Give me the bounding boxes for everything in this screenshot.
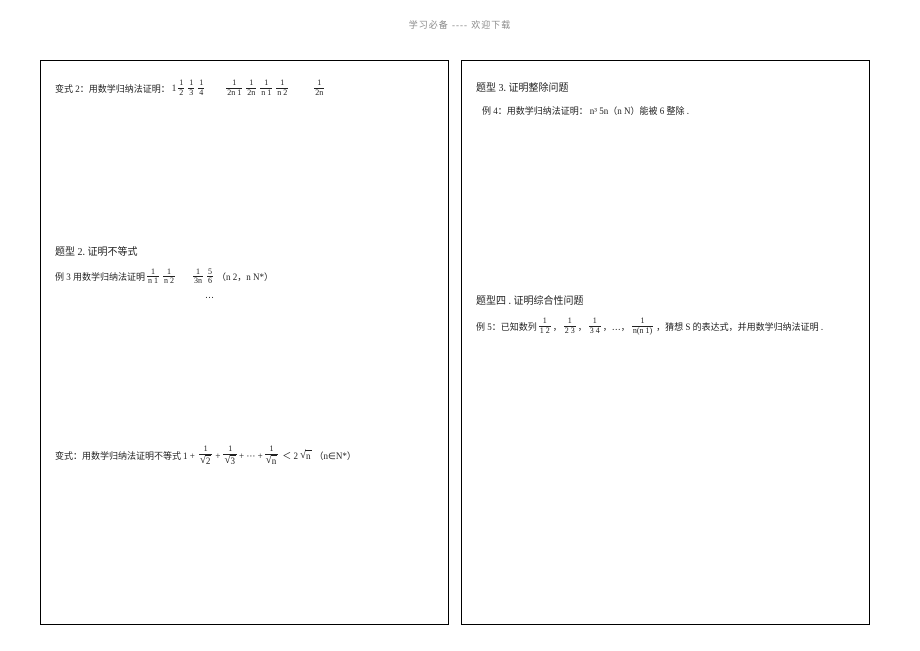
example3-line: 例 3 用数学归纳法证明 1n 1 1n 2 13n 56 （n 2，n N*） — [55, 268, 434, 287]
example4-label: 例 4：用数学归纳法证明： — [482, 104, 588, 117]
frac-1-2n: 12n — [246, 79, 256, 98]
ex5-dots: ，…， — [603, 320, 630, 333]
variantN-line: 变式：用数学归纳法证明不等式 1 + 1 √2 + 1 √3 + ··· + 1… — [55, 445, 434, 467]
variant2-line: 变式 2：用数学归纳法证明： 1 12 13 14 12n 1 12n 1n 1… — [55, 79, 434, 98]
page-header: 学习必备 ---- 欢迎下载 — [0, 18, 920, 31]
variantN-lead: 1 + — [183, 451, 195, 461]
frac-1-3: 13 — [188, 79, 194, 98]
frac-1-n2: 1n 2 — [276, 79, 288, 98]
example4-body: n³ 5n（n N）能被 6 整除 . — [590, 104, 689, 117]
ex3-frac-2: 1n 2 — [163, 268, 175, 287]
ex5-frac-n: 1n(n 1) — [632, 317, 653, 336]
ex3-dots-row: … — [205, 290, 434, 300]
frac-1-4: 14 — [198, 79, 204, 98]
ex5-frac-2: 12 3 — [564, 317, 576, 336]
frac-1-2n-last: 12n — [314, 79, 324, 98]
ex5-frac-3: 13 4 — [589, 317, 601, 336]
header-text: 学习必备 ---- 欢迎下载 — [409, 20, 512, 30]
vN-cond: （n∈N*） — [315, 449, 356, 462]
vN-frac-sqrtn: 1 √n — [265, 445, 279, 467]
vN-dots: + ··· + — [239, 451, 263, 461]
heading-type3: 题型 3. 证明整除问题 — [476, 79, 855, 94]
frac-1-n1: 1n 1 — [260, 79, 272, 98]
ex5-frac-1: 11 2 — [539, 317, 551, 336]
ex3-dots: … — [205, 290, 214, 300]
variant2-lead: 1 — [172, 83, 177, 93]
heading-type2: 题型 2. 证明不等式 — [55, 243, 434, 258]
page-container: 变式 2：用数学归纳法证明： 1 12 13 14 12n 1 12n 1n 1… — [40, 60, 870, 625]
example3-label: 例 3 用数学归纳法证明 — [55, 270, 145, 283]
vN-sqrt-n: √n — [300, 450, 312, 462]
ex3-frac-3n: 13n — [193, 268, 203, 287]
right-page: 题型 3. 证明整除问题 例 4：用数学归纳法证明： n³ 5n（n N）能被 … — [461, 60, 870, 625]
example5-label: 例 5：已知数列 — [476, 320, 537, 333]
ex3-frac-1: 1n 1 — [147, 268, 159, 287]
vN-frac-sqrt3: 1 √3 — [223, 445, 237, 467]
variant2-label: 变式 2：用数学归纳法证明： — [55, 82, 170, 95]
variantN-label: 变式：用数学归纳法证明不等式 — [55, 449, 181, 462]
vN-frac-sqrt2: 1 √2 — [199, 445, 213, 467]
example4-line: 例 4：用数学归纳法证明： n³ 5n（n N）能被 6 整除 . — [482, 104, 855, 117]
frac-1-2: 12 — [178, 79, 184, 98]
heading-type4: 题型四 . 证明综合性问题 — [476, 292, 855, 307]
frac-1-2n1: 12n 1 — [226, 79, 242, 98]
ex3-frac-56: 56 — [207, 268, 213, 287]
ex3-cond: （n 2，n N*） — [217, 270, 273, 283]
ex5-tail: ，猜想 S 的表达式，并用数学归纳法证明 . — [656, 320, 823, 333]
left-page: 变式 2：用数学归纳法证明： 1 12 13 14 12n 1 12n 1n 1… — [40, 60, 449, 625]
example5-line: 例 5：已知数列 11 2 ， 12 3 ， 13 4 ，…， 1n(n 1) … — [476, 317, 855, 336]
vN-lt: ＜ 2 — [282, 449, 298, 462]
